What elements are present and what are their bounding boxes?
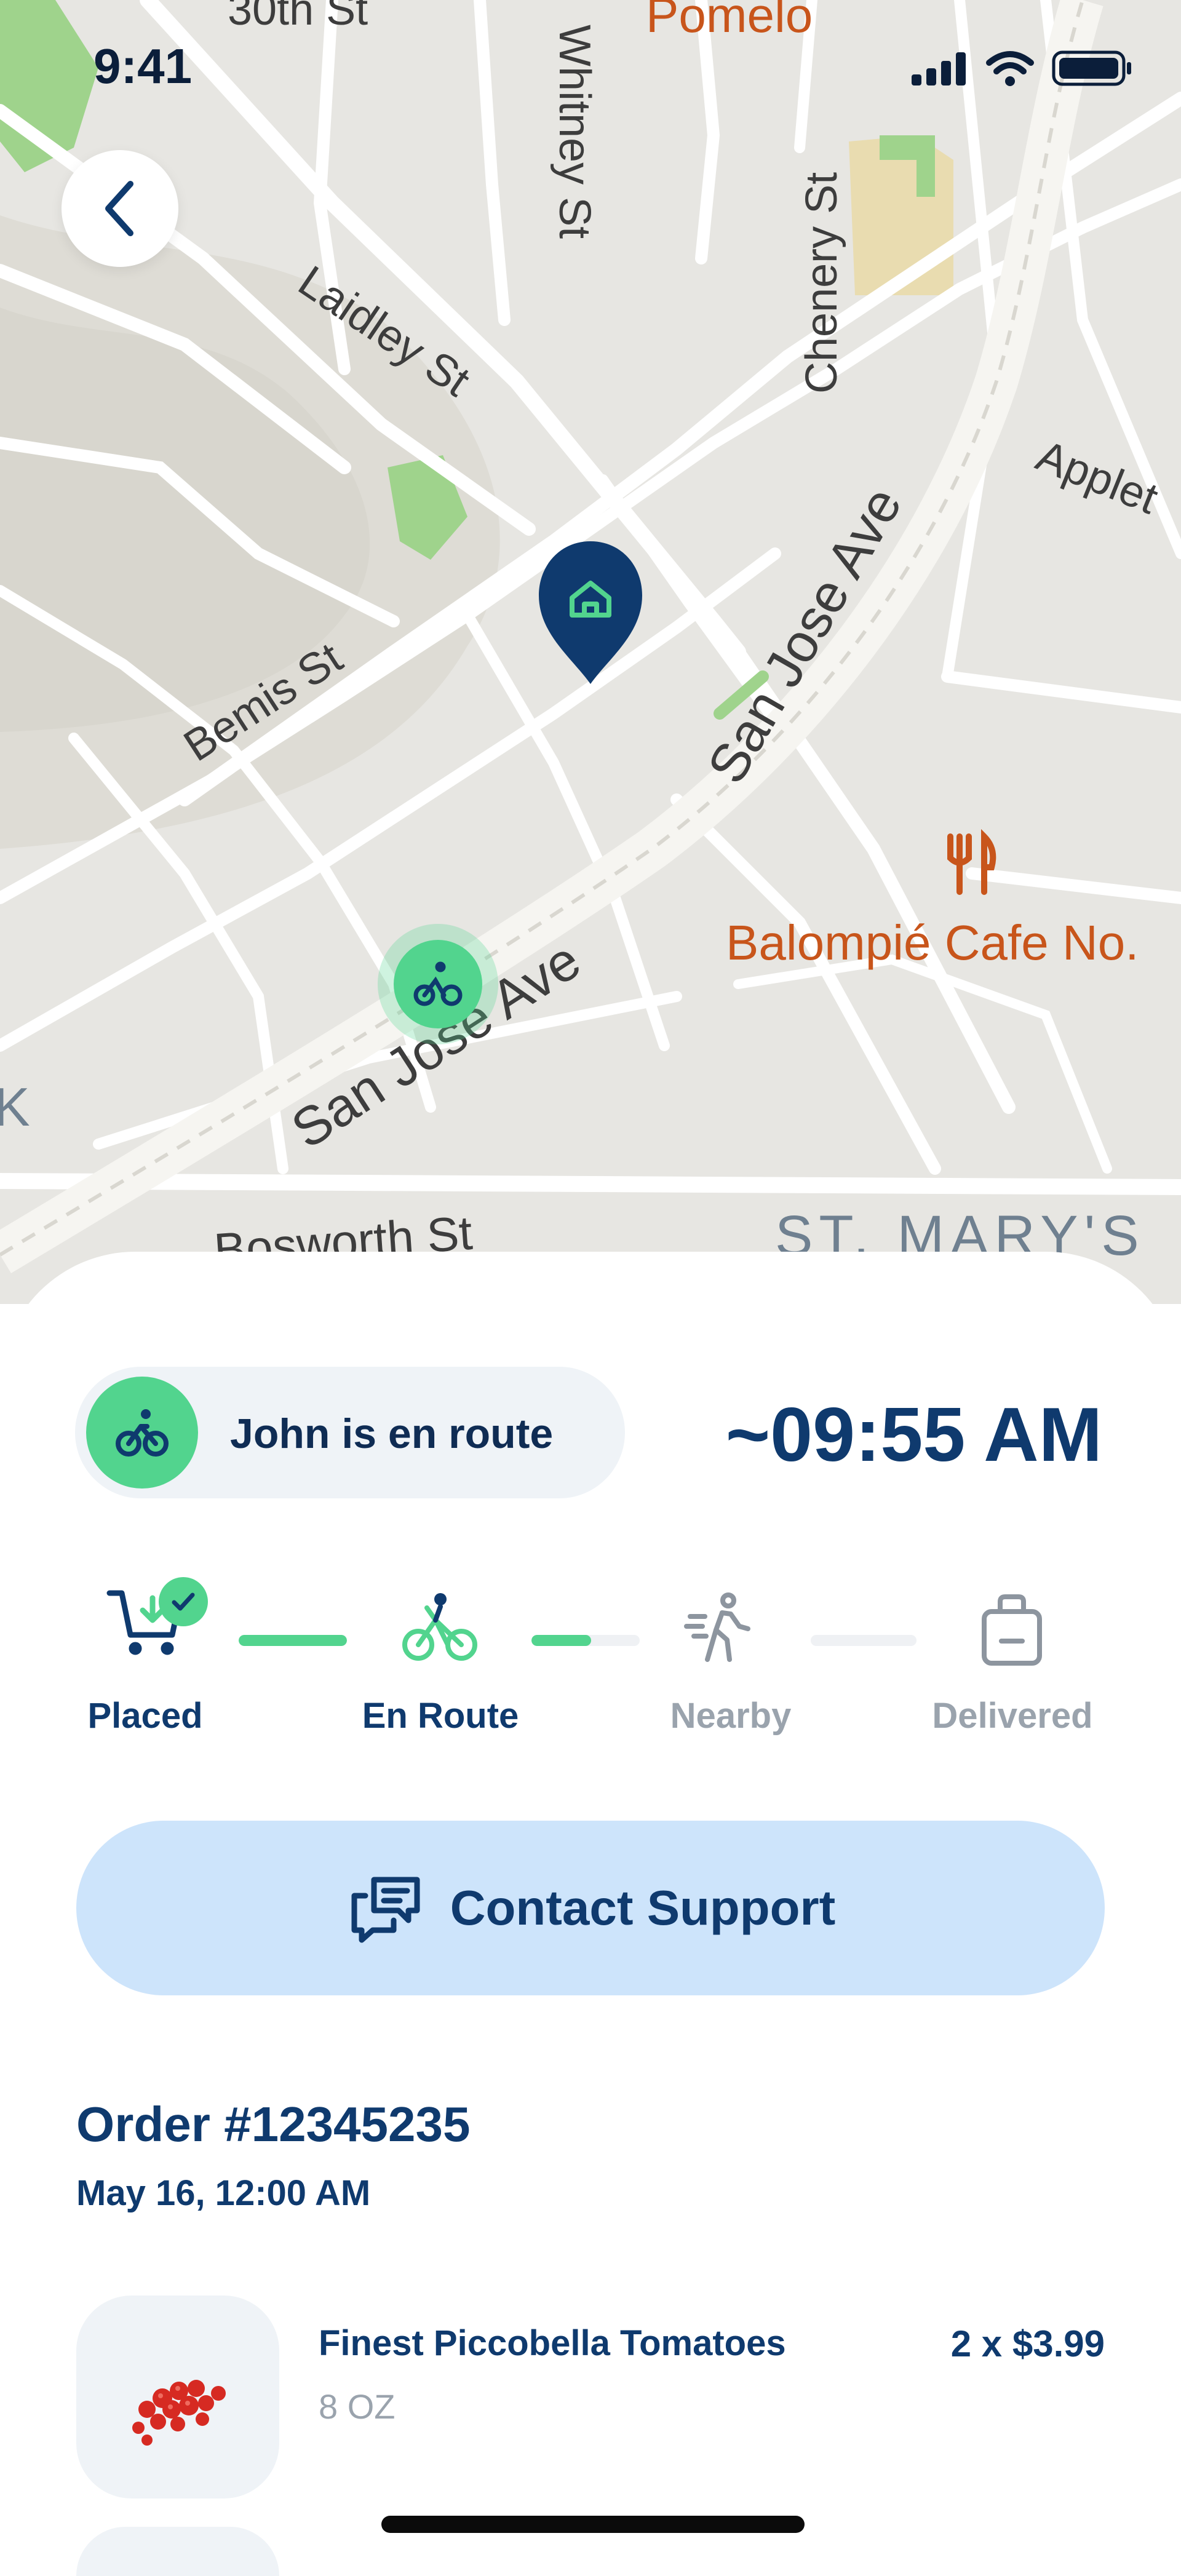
progress-connector-3 <box>811 1635 917 1646</box>
step-delivered-icon <box>978 1593 1046 1667</box>
contact-support-button[interactable]: Contact Support <box>76 1821 1105 1995</box>
home-indicator[interactable] <box>381 2516 805 2533</box>
progress-connector-2 <box>531 1635 640 1646</box>
map-view[interactable]: 30th St Whitney St Chenery St Laidley St… <box>0 0 1181 1304</box>
signal-icon <box>912 52 966 85</box>
contact-support-label: Contact Support <box>450 1880 836 1935</box>
step-en-route-icon <box>400 1588 480 1668</box>
courier-avatar <box>86 1377 198 1489</box>
step-placed-check <box>159 1577 208 1626</box>
shopping-bag-icon <box>982 1594 1042 1666</box>
status-bar: 9:41 <box>0 0 1181 135</box>
bicycle-icon <box>116 1409 169 1457</box>
checkmark-icon <box>172 1592 195 1611</box>
chevron-left-icon <box>105 181 133 236</box>
item-price: 2 x $3.99 <box>950 2323 1105 2364</box>
battery-icon <box>1052 50 1131 86</box>
order-title: Order #12345235 <box>76 2097 471 2152</box>
item-size: 8 OZ <box>319 2387 396 2426</box>
progress-connector-1 <box>239 1635 347 1646</box>
progress-connector-1-fill <box>239 1635 347 1646</box>
chat-icon <box>351 1877 420 1943</box>
courier-status-pill: John is en route <box>75 1367 625 1498</box>
item-thumbnail[interactable] <box>76 2296 279 2498</box>
eta-time: ~09:55 AM <box>725 1393 1102 1477</box>
map-label-chenery-st: Chenery St <box>797 172 846 394</box>
step-delivered-label: Delivered <box>932 1696 1093 1736</box>
progress-connector-2-fill <box>531 1635 591 1646</box>
wifi-icon <box>986 51 1034 86</box>
step-nearby-label: Nearby <box>670 1696 792 1736</box>
item-name: Finest Piccobella Tomatoes <box>319 2323 786 2363</box>
item-thumbnail-next[interactable] <box>76 2527 279 2576</box>
back-button[interactable] <box>62 150 178 267</box>
courier-status-text: John is en route <box>230 1410 554 1457</box>
step-en-route-label: En Route <box>362 1696 519 1736</box>
courier-marker[interactable] <box>378 924 498 1044</box>
walking-icon <box>684 1592 750 1662</box>
tomatoes-image <box>132 2380 226 2446</box>
step-nearby-icon <box>684 1592 758 1666</box>
map-label-edge-k: K <box>0 1076 30 1137</box>
step-placed-label: Placed <box>87 1696 203 1736</box>
order-date: May 16, 12:00 AM <box>76 2173 371 2213</box>
bicycle-icon <box>402 1593 477 1661</box>
status-time: 9:41 <box>93 39 193 93</box>
map-poi-balompie: Balompié Cafe No. <box>726 915 1139 970</box>
